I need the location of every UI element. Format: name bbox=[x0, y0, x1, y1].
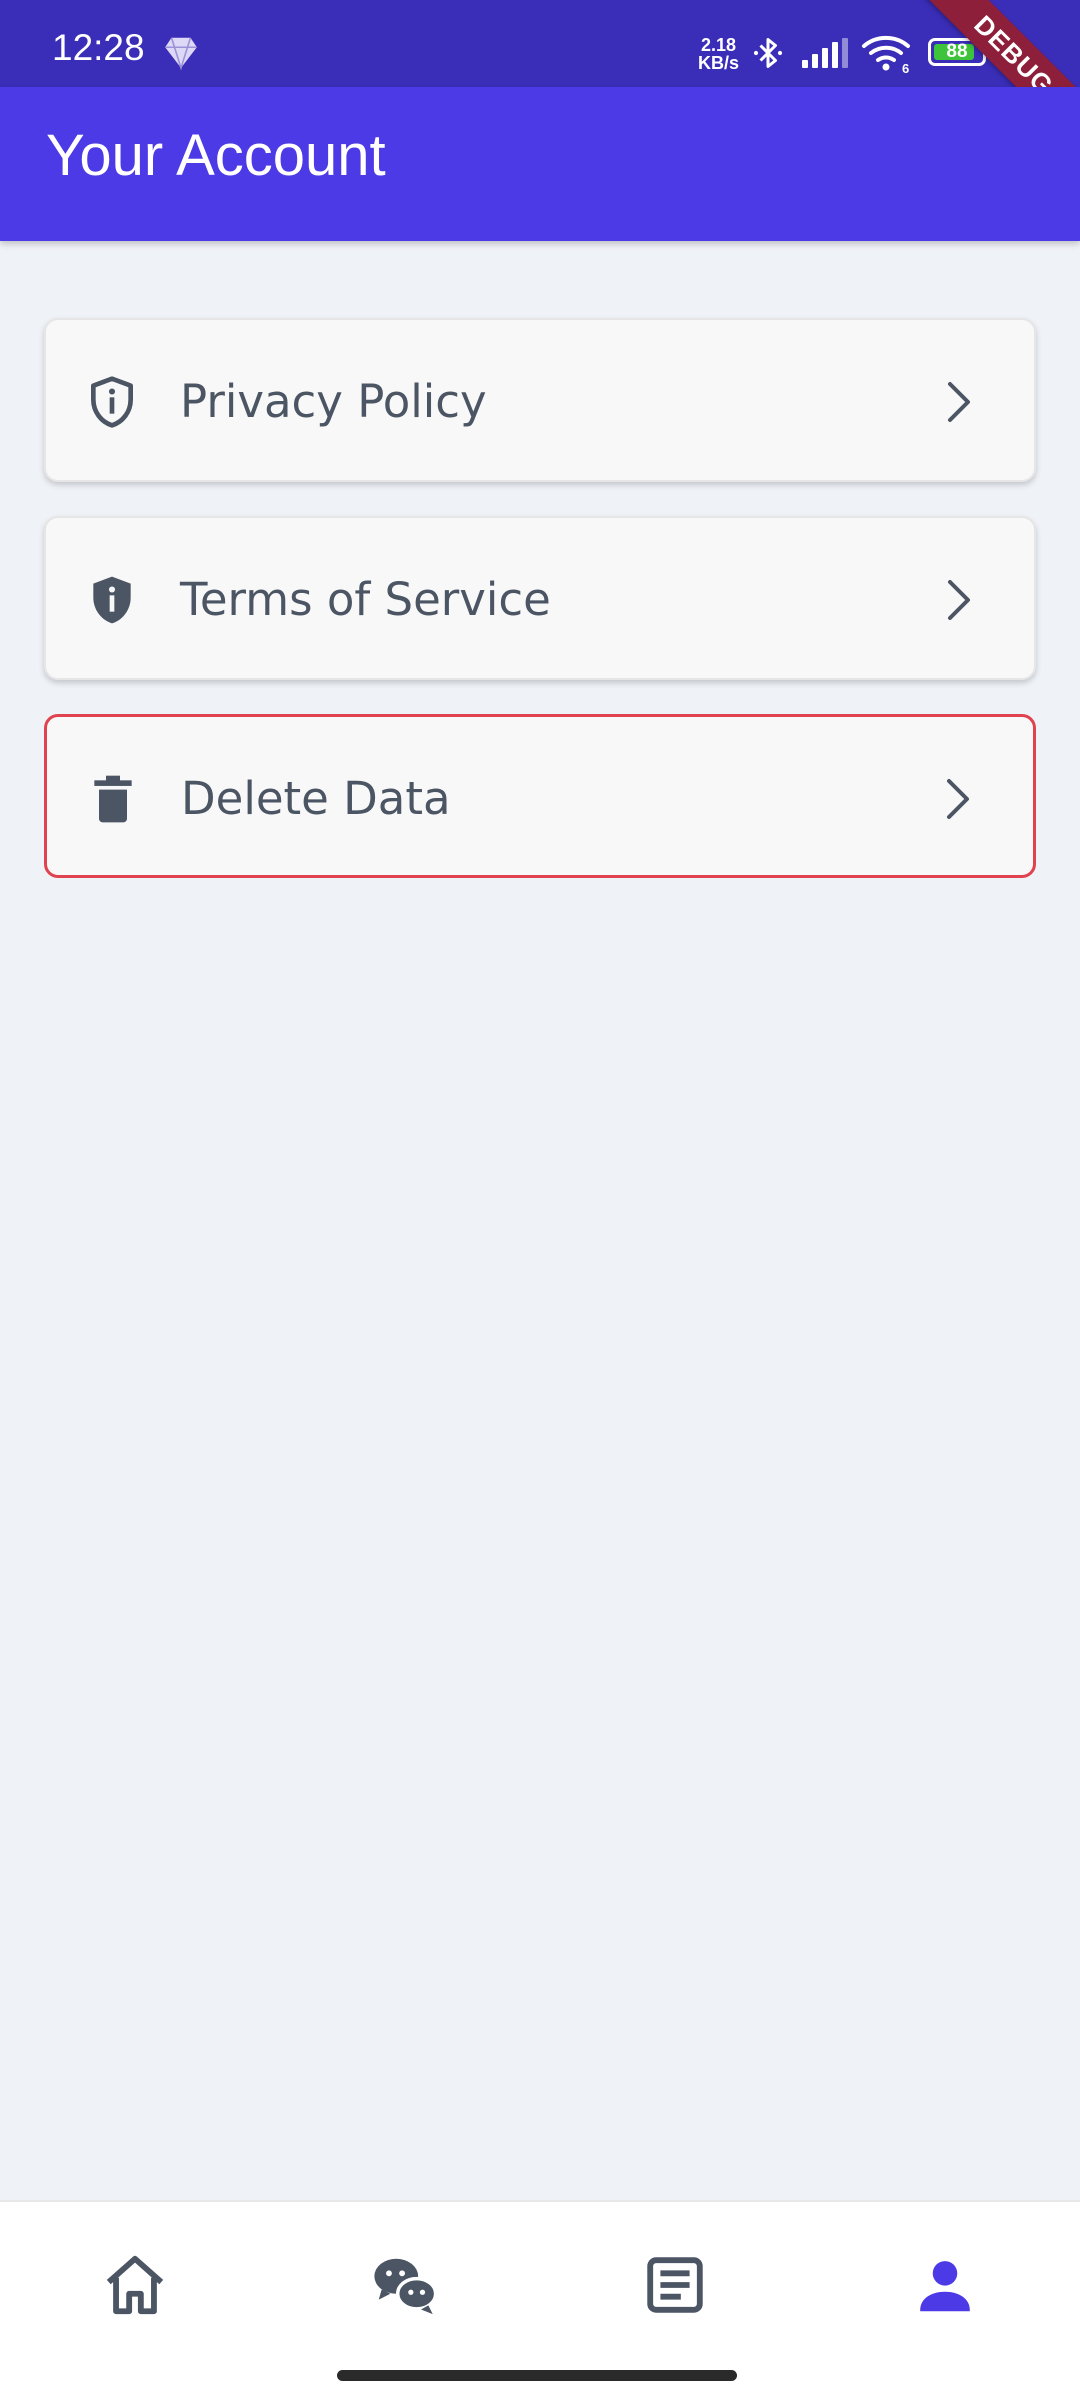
person-icon[interactable] bbox=[910, 2250, 980, 2320]
shield-info-filled-icon bbox=[93, 576, 131, 624]
menu-item-label: Terms of Service bbox=[180, 573, 551, 626]
privacy-policy-item[interactable]: Privacy Policy bbox=[44, 318, 1036, 482]
chevron-right-icon bbox=[948, 382, 970, 422]
network-speed-value: 2.18 bbox=[700, 35, 737, 55]
app-bar: Your Account bbox=[0, 87, 1080, 241]
cell-signal-icon bbox=[802, 38, 848, 68]
delete-data-item[interactable]: Delete Data bbox=[44, 714, 1036, 878]
page-title: Your Account bbox=[46, 123, 386, 188]
network-speed-unit: KB/s bbox=[698, 53, 740, 73]
chat-icon[interactable] bbox=[370, 2250, 440, 2320]
network-speed: 2.18 KB/s bbox=[698, 36, 739, 72]
wifi-label: 6 bbox=[902, 61, 909, 74]
app-notification-icon bbox=[165, 37, 197, 71]
chevron-right-icon bbox=[948, 580, 970, 620]
account-menu: Privacy Policy Terms of Service Delete D… bbox=[44, 318, 1036, 912]
bluetooth-icon bbox=[753, 38, 783, 68]
home-icon[interactable] bbox=[100, 2250, 170, 2320]
home-indicator[interactable] bbox=[337, 2370, 737, 2381]
menu-item-label: Privacy Policy bbox=[180, 375, 487, 428]
chevron-right-icon bbox=[947, 779, 969, 819]
status-time: 12:28 bbox=[52, 27, 145, 68]
wifi-icon: 6 bbox=[862, 35, 910, 74]
menu-item-label: Delete Data bbox=[181, 772, 451, 825]
status-bar: 12:28 2.18 KB/s 6 88 bbox=[0, 0, 1080, 87]
terms-of-service-item[interactable]: Terms of Service bbox=[44, 516, 1036, 680]
shield-info-outline-icon bbox=[91, 376, 134, 428]
trash-icon bbox=[94, 775, 132, 823]
article-icon[interactable] bbox=[640, 2250, 710, 2320]
